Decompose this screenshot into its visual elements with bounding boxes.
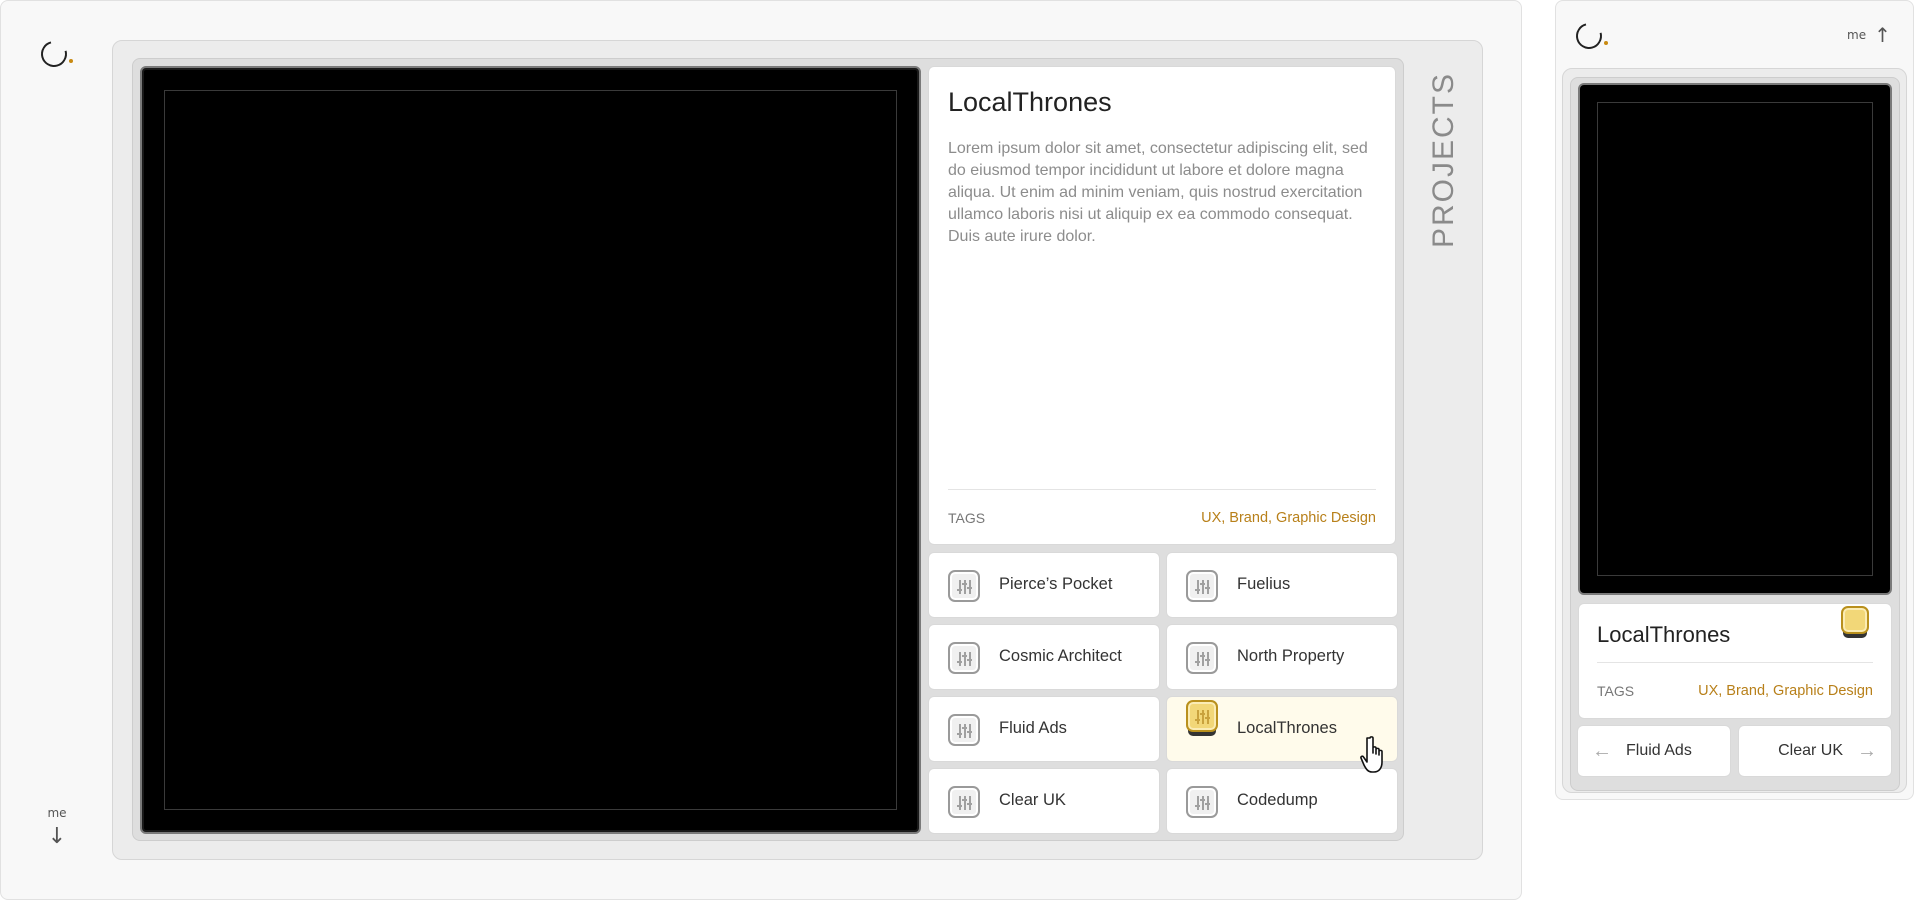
project-item-fuelius[interactable]: Fuelius [1166, 552, 1398, 618]
tags-value[interactable]: UX, Brand, Graphic Design [1201, 510, 1376, 526]
preview-frame [1597, 102, 1873, 576]
project-item-label: LocalThrones [1237, 719, 1337, 737]
project-item-label: Clear UK [999, 791, 1066, 809]
sliders-icon-active [1186, 700, 1218, 732]
active-project-icon [1841, 606, 1869, 634]
tags-row: TAGS UX, Brand, Graphic Design [948, 489, 1376, 526]
hand-cursor-icon [1360, 736, 1383, 773]
tags-row: TAGS UX, Brand, Graphic Design [1597, 662, 1873, 699]
sliders-icon [1186, 786, 1218, 818]
me-label: me [1847, 28, 1867, 42]
project-title: LocalThrones [1597, 622, 1731, 647]
project-item-pierces-pocket[interactable]: Pierce’s Pocket [928, 552, 1160, 618]
project-item-label: Fuelius [1237, 575, 1291, 593]
project-preview [140, 66, 921, 834]
project-item-north-property[interactable]: North Property [1166, 624, 1398, 690]
tags-label: TAGS [1597, 683, 1635, 699]
next-project-label: Clear UK [1778, 742, 1843, 759]
project-item-clear-uk[interactable]: Clear UK [928, 768, 1160, 834]
sliders-icon [948, 642, 980, 674]
me-label: me [47, 806, 67, 820]
me-link[interactable]: me ↑ [1847, 23, 1891, 47]
project-item-label: Cosmic Architect [999, 647, 1122, 665]
mobile-project-preview [1578, 83, 1892, 595]
next-project-button[interactable]: Clear UK → [1738, 725, 1892, 777]
prev-project-button[interactable]: ← Fluid Ads [1577, 725, 1731, 777]
project-item-codedump[interactable]: Codedump [1166, 768, 1398, 834]
tags-label: TAGS [948, 510, 986, 526]
arrow-up-icon: ↑ [1874, 23, 1891, 47]
project-item-label: Fluid Ads [999, 719, 1067, 737]
logo-icon[interactable] [1571, 15, 1612, 55]
sliders-icon [1186, 570, 1218, 602]
project-title: LocalThrones [948, 87, 1112, 117]
sliders-icon [948, 570, 980, 602]
sliders-icon [1186, 642, 1218, 674]
project-item-label: Pierce’s Pocket [999, 575, 1113, 593]
section-label: PROJECTS [1427, 71, 1460, 249]
mobile-frame: me ↑ LocalThrones TAGS UX, Brand, Graphi… [1555, 0, 1914, 800]
logo-icon[interactable] [36, 33, 77, 73]
preview-frame [164, 90, 897, 810]
project-item-cosmic-architect[interactable]: Cosmic Architect [928, 624, 1160, 690]
me-link[interactable]: me ↓ [37, 806, 77, 849]
project-item-label: Codedump [1237, 791, 1318, 809]
arrow-right-icon: → [1857, 739, 1877, 762]
sliders-icon [948, 714, 980, 746]
arrow-left-icon: ← [1592, 739, 1612, 762]
prev-project-label: Fluid Ads [1626, 742, 1692, 759]
project-item-label: North Property [1237, 647, 1345, 665]
sliders-icon [948, 786, 980, 818]
tags-value[interactable]: UX, Brand, Graphic Design [1698, 683, 1873, 699]
arrow-down-icon: ↓ [47, 824, 67, 849]
project-item-fluid-ads[interactable]: Fluid Ads [928, 696, 1160, 762]
project-description: Lorem ipsum dolor sit amet, consectetur … [948, 140, 1368, 245]
project-info-card: LocalThrones Lorem ipsum dolor sit amet,… [928, 66, 1396, 545]
